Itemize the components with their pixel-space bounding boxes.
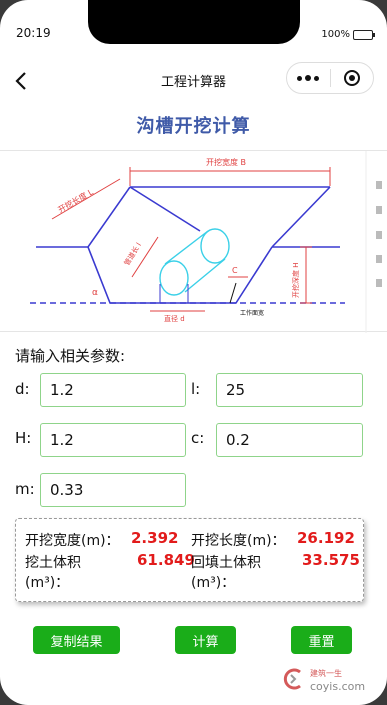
label-slope-length: 开挖长度 L [56, 186, 95, 214]
label-work-face: 工作面宽 [240, 309, 264, 317]
result-excavate-unit: (m³)： [25, 575, 70, 591]
battery-percent: 100% [321, 29, 350, 40]
result-excavate-label: 挖土体积 [25, 555, 81, 571]
calculate-button[interactable]: 计算 [175, 626, 236, 654]
nav-bar: 工程计算器 [0, 60, 387, 100]
label-l: l: [191, 380, 201, 398]
close-button[interactable] [330, 63, 373, 93]
label-c: c: [191, 429, 205, 447]
result-panel: 开挖宽度(m)： 2.392 开挖长度(m)： 26.192 挖土体积 (m³)… [15, 518, 364, 602]
more-options-button[interactable] [287, 63, 330, 93]
more-dots-icon [297, 75, 303, 81]
copy-result-button[interactable]: 复制结果 [33, 626, 120, 654]
input-c[interactable] [216, 423, 363, 457]
watermark-brand: 建筑一生 [310, 669, 342, 678]
watermark-logo-icon [283, 668, 301, 690]
trench-diagram: 开挖宽度 B 开挖长度 L 管道长 l 开挖深度 H α C 工作面宽 直径 d [0, 150, 387, 333]
input-prompt: 请输入相关参数: [15, 347, 126, 365]
page-title: 沟槽开挖计算 [136, 116, 251, 137]
phone-screen: 20:19 100% 工程计算器 沟槽开挖计算 开挖宽度 B 开挖长度 L 管道… [0, 0, 387, 705]
reset-button[interactable]: 重置 [291, 626, 352, 654]
input-l[interactable] [216, 373, 363, 407]
result-excavate-value: 61.849 [137, 551, 195, 569]
trench-diagram-svg: 开挖宽度 B 开挖长度 L 管道长 l 开挖深度 H α C 工作面宽 直径 d [30, 151, 382, 333]
result-width-label: 开挖宽度(m)： [25, 533, 120, 549]
battery-icon [353, 29, 375, 40]
device-notch [88, 0, 300, 44]
result-width-value: 2.392 [131, 529, 179, 547]
label-pipe-diameter: 直径 d [164, 314, 185, 323]
input-m[interactable] [40, 473, 186, 507]
label-d: d: [15, 380, 30, 398]
watermark: 建筑一生 coyis.com [282, 666, 378, 698]
label-H: H: [15, 429, 32, 447]
mini-program-capsule [286, 62, 374, 94]
input-d[interactable] [40, 373, 186, 407]
label-depth: 开挖深度 H [291, 263, 300, 299]
label-m: m: [15, 480, 35, 498]
result-length-value: 26.192 [297, 529, 355, 547]
label-top-width: 开挖宽度 B [206, 157, 246, 167]
label-c: C [232, 266, 238, 275]
label-pipe-length: 管道长 l [122, 241, 143, 267]
label-alpha: α [92, 288, 98, 298]
result-length-label: 开挖长度(m)： [191, 533, 286, 549]
status-battery: 100% [321, 29, 375, 40]
input-H[interactable] [40, 423, 186, 457]
watermark-site: coyis.com [310, 680, 366, 693]
result-backfill-unit: (m³)： [191, 575, 236, 591]
status-time: 20:19 [16, 26, 51, 40]
close-target-icon [343, 70, 360, 86]
result-backfill-value: 33.575 [302, 551, 360, 569]
result-backfill-label: 回填土体积 [191, 555, 261, 571]
